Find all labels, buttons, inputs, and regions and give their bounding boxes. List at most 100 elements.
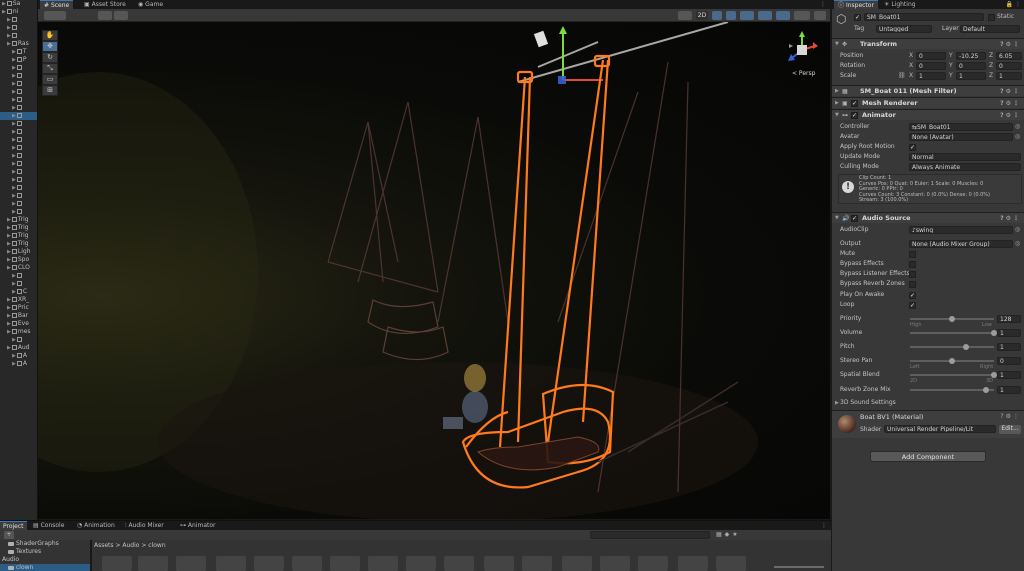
foldout-icon[interactable]: ▶ xyxy=(12,73,16,79)
audioclip-field[interactable]: ♪swing xyxy=(909,226,1013,234)
project-search-input[interactable] xyxy=(590,531,710,539)
tree-item-textures[interactable]: Textures xyxy=(0,548,90,556)
volume-slider-track[interactable] xyxy=(910,332,994,334)
tree-item-shadergraphs[interactable]: ShaderGraphs xyxy=(0,540,90,548)
component-menu-icons[interactable]: ?⚙⋮ xyxy=(1000,98,1021,109)
hierarchy-row[interactable]: ▶ xyxy=(0,192,37,200)
audio-asset-thumb[interactable] xyxy=(562,556,592,571)
foldout-icon[interactable]: ▶ xyxy=(12,57,16,63)
foldout-icon[interactable]: ▶ xyxy=(7,241,11,247)
foldout-icon[interactable]: ▶ xyxy=(12,185,16,191)
volume-field[interactable]: 1 xyxy=(997,329,1021,337)
hierarchy-row[interactable]: ▶ xyxy=(0,24,37,32)
foldout-icon[interactable]: ▶ xyxy=(12,113,16,119)
toggle-2d-button[interactable]: 2D xyxy=(696,11,708,20)
scale-tool-icon[interactable]: ⤡ xyxy=(42,63,58,74)
lighting-toggle-icon[interactable] xyxy=(712,11,722,20)
hierarchy-row[interactable]: ▶ xyxy=(0,128,37,136)
audio-asset-thumb[interactable] xyxy=(368,556,398,571)
hierarchy-row[interactable]: ▶ Trig xyxy=(0,224,37,232)
foldout-icon[interactable]: ▶ xyxy=(7,41,11,47)
hierarchy-row[interactable]: ▶ A xyxy=(0,360,37,368)
position-y-field[interactable]: -10.25 xyxy=(956,52,986,60)
hierarchy-row[interactable]: ▶ xyxy=(0,32,37,40)
reverb-zone-mix-slider-knob[interactable] xyxy=(983,387,990,393)
foldout-icon[interactable]: ▶ xyxy=(12,49,16,55)
hierarchy-row[interactable]: ▶ xyxy=(0,96,37,104)
controller-field[interactable]: ⇆SM_Boat01 xyxy=(909,123,1013,131)
snap-settings-button[interactable] xyxy=(114,11,128,20)
foldout-icon[interactable]: ▶ xyxy=(7,225,11,231)
foldout-icon[interactable]: ▶ xyxy=(12,81,16,87)
audio-asset-thumb[interactable] xyxy=(716,556,746,571)
hierarchy-row[interactable]: ▶ Aud xyxy=(0,344,37,352)
hierarchy-row[interactable]: ▶ Ligh xyxy=(0,248,37,256)
foldout-icon[interactable]: ▶ xyxy=(12,193,16,199)
pitch-slider-track[interactable] xyxy=(910,346,994,348)
foldout-icon[interactable]: ▶ xyxy=(7,233,11,239)
priority-field[interactable]: 128 xyxy=(997,315,1021,323)
output-field[interactable]: None (Audio Mixer Group) xyxy=(909,240,1013,248)
foldout-icon[interactable]: ▶ xyxy=(12,177,16,183)
foldout-icon[interactable]: ▼ xyxy=(835,110,839,121)
add-component-button[interactable]: Add Component xyxy=(870,451,986,462)
rotation-z-field[interactable]: 0 xyxy=(996,62,1022,70)
static-checkbox[interactable] xyxy=(988,14,995,21)
tab-asset-store[interactable]: ▣ Asset Store xyxy=(80,0,130,9)
tab-scene[interactable]: # Scene xyxy=(40,0,74,9)
hierarchy-row[interactable]: ▶ xyxy=(0,184,37,192)
scale-x-field[interactable]: 1 xyxy=(916,72,946,80)
foldout-icon[interactable]: ▶ xyxy=(7,257,11,263)
foldout-icon[interactable]: ▼ xyxy=(835,213,839,224)
hierarchy-row[interactable]: ▶ xyxy=(0,64,37,72)
bypass-effects-checkbox[interactable] xyxy=(909,261,916,268)
foldout-icon[interactable]: ▶ xyxy=(835,86,839,97)
foldout-icon[interactable]: ▼ xyxy=(835,39,839,50)
foldout-icon[interactable]: ▶ xyxy=(7,305,11,311)
object-picker-icon[interactable]: ◎ xyxy=(1015,225,1020,235)
hierarchy-row[interactable]: ▶ xyxy=(0,136,37,144)
foldout-icon[interactable]: ▶ xyxy=(7,345,11,351)
camera-settings-icon[interactable] xyxy=(776,11,790,20)
bypass-reverb-checkbox[interactable] xyxy=(909,281,916,288)
audio-asset-thumb[interactable] xyxy=(600,556,630,571)
transform-tool-icon[interactable]: ⊞ xyxy=(42,85,58,96)
hierarchy-row[interactable]: ▶ xyxy=(0,80,37,88)
component-menu-icons[interactable]: ?⚙⋮ xyxy=(1000,413,1021,420)
foldout-icon[interactable]: ▶ xyxy=(7,33,11,39)
breadcrumb-audio[interactable]: Audio xyxy=(122,542,139,549)
stereo-pan-slider-knob[interactable] xyxy=(949,358,955,364)
shader-dropdown[interactable]: Universal Render Pipeline/Lit xyxy=(884,425,996,433)
hierarchy-panel[interactable]: ▶ Sa ▶ ni ▶ ▶ ▶ ▶ Ras ▶ T ▶ P ▶ ▶ ▶ ▶ ▶ ▶ ▶ ▶ ▶ ▶ ▶ ▶ ▶ ▶ ▶ ▶ ▶ ▶ ▶ ▶ Tri… xyxy=(0,0,38,520)
hierarchy-row[interactable]: ▶ xyxy=(0,16,37,24)
tab-lighting[interactable]: ☀ Lighting xyxy=(880,0,920,9)
audio-asset-thumb[interactable] xyxy=(176,556,206,571)
lock-icon[interactable]: 🔒 xyxy=(1006,1,1013,8)
rotation-x-field[interactable]: 0 xyxy=(916,62,946,70)
tab-inspector[interactable]: ⓘ Inspector xyxy=(834,0,878,9)
hierarchy-row[interactable]: ▶ XR_ xyxy=(0,296,37,304)
foldout-icon[interactable]: ▶ xyxy=(7,321,11,327)
audio-asset-thumb[interactable] xyxy=(330,556,360,571)
scene-viewport[interactable] xyxy=(38,22,830,519)
scale-y-field[interactable]: 1 xyxy=(956,72,986,80)
component-menu-icons[interactable]: ?⚙⋮ xyxy=(1000,86,1021,97)
position-z-field[interactable]: 6.05 xyxy=(996,52,1022,60)
audio-asset-thumb[interactable] xyxy=(292,556,322,571)
tree-item-clown[interactable]: clown xyxy=(0,564,90,571)
transform-header[interactable]: ▼ ✥ Transform ?⚙⋮ xyxy=(832,38,1024,49)
mesh-renderer-enabled-checkbox[interactable]: ✓ xyxy=(851,100,858,107)
scene-visibility-icon[interactable] xyxy=(814,11,826,20)
hierarchy-row[interactable]: ▶ P xyxy=(0,56,37,64)
foldout-icon[interactable]: ▶ xyxy=(12,169,16,175)
tab-game[interactable]: ◉ Game xyxy=(134,0,167,9)
hierarchy-row[interactable]: ▶ C xyxy=(0,288,37,296)
culling-mode-dropdown[interactable]: Always Animate xyxy=(909,163,1021,171)
camera-projection-label[interactable]: < Persp xyxy=(792,70,815,77)
hierarchy-row[interactable]: ▶ xyxy=(0,280,37,288)
foldout-icon[interactable]: ▶ xyxy=(2,1,6,7)
foldout-icon[interactable]: ▶ xyxy=(7,249,11,255)
audio-asset-thumb[interactable] xyxy=(638,556,668,571)
tab-menu-icon[interactable]: ⋮ xyxy=(821,522,827,529)
mesh-renderer-header[interactable]: ▶ ▣ ✓ Mesh Renderer ?⚙⋮ xyxy=(832,97,1024,108)
